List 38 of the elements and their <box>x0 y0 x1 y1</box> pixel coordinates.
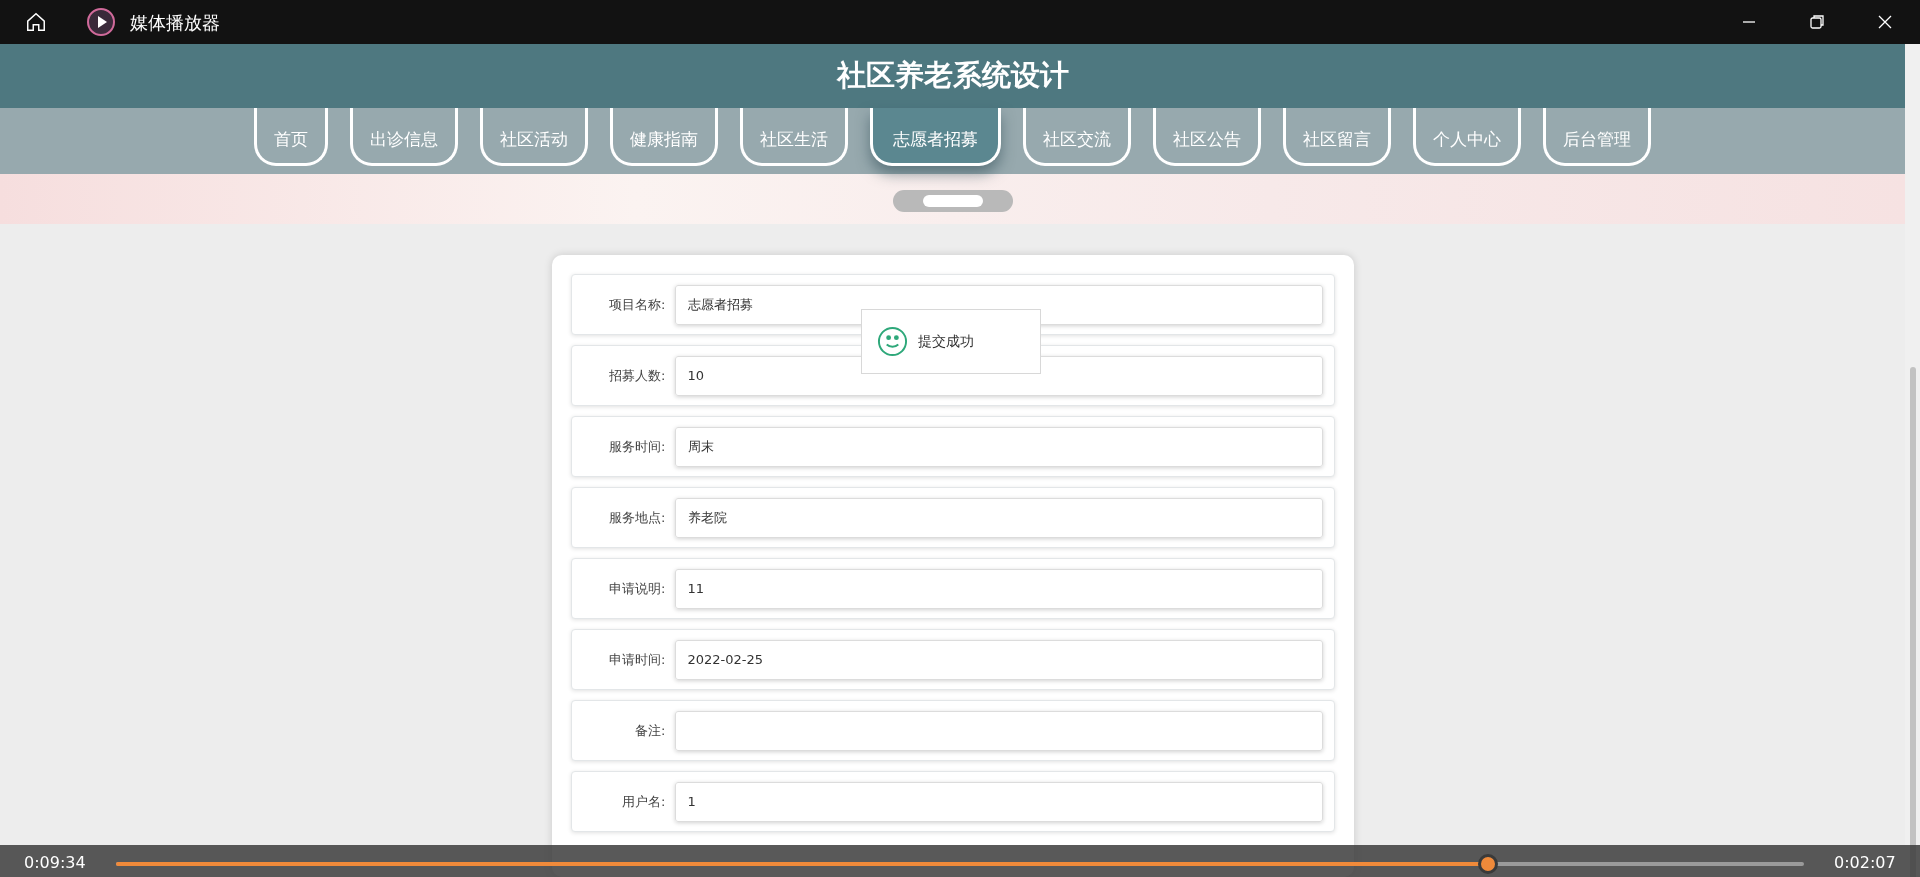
input-field[interactable]: 志愿者招募 <box>674 284 1323 325</box>
field-label: 服务时间: <box>608 437 667 456</box>
close-icon[interactable] <box>1877 14 1893 30</box>
window-title: 媒体播放器 <box>130 10 220 35</box>
nav-tab[interactable]: 个人中心 <box>1413 108 1521 166</box>
input-field[interactable] <box>674 710 1323 751</box>
field-label: 申请时间: <box>608 650 667 669</box>
nav-tab[interactable]: 后台管理 <box>1543 108 1651 166</box>
nav-tab[interactable]: 社区活动 <box>480 108 588 166</box>
nav-tab[interactable]: 健康指南 <box>610 108 718 166</box>
nav-tab[interactable]: 社区留言 <box>1283 108 1391 166</box>
field-label: 招募人数: <box>608 366 667 385</box>
nav-tab[interactable]: 社区公告 <box>1153 108 1261 166</box>
elapsed-time: 0:09:34 <box>24 853 87 873</box>
play-logo-icon <box>87 8 115 36</box>
remaining-time: 0:02:07 <box>1834 853 1896 873</box>
input-field[interactable]: 养老院 <box>674 497 1323 538</box>
seek-track[interactable] <box>116 862 1804 866</box>
nav-tab[interactable]: 志愿者招募 <box>870 108 1001 166</box>
nav-tab[interactable]: 首页 <box>254 108 328 166</box>
field-label: 用户名: <box>621 792 667 811</box>
restore-icon[interactable] <box>1809 14 1825 30</box>
field-label: 服务地点: <box>608 508 667 527</box>
nav-tab[interactable]: 社区交流 <box>1023 108 1131 166</box>
input-field[interactable]: 2022-02-25 <box>674 639 1323 680</box>
site-title: 社区养老系统设计 <box>836 57 1069 95</box>
field-label: 备注: <box>634 721 667 740</box>
smiley-icon <box>877 326 908 357</box>
nav-tab[interactable]: 出诊信息 <box>350 108 458 166</box>
seek-handle[interactable] <box>1478 854 1499 874</box>
field-label: 项目名称: <box>608 295 667 314</box>
input-field[interactable]: 11 <box>674 568 1323 609</box>
input-field[interactable]: 周末 <box>674 426 1323 467</box>
field-label: 申请说明: <box>608 579 667 598</box>
toast-message: 提交成功 <box>918 332 974 351</box>
input-field[interactable]: 1 <box>674 781 1323 822</box>
home-icon[interactable] <box>25 11 47 33</box>
nav-tab[interactable]: 社区生活 <box>740 108 848 166</box>
